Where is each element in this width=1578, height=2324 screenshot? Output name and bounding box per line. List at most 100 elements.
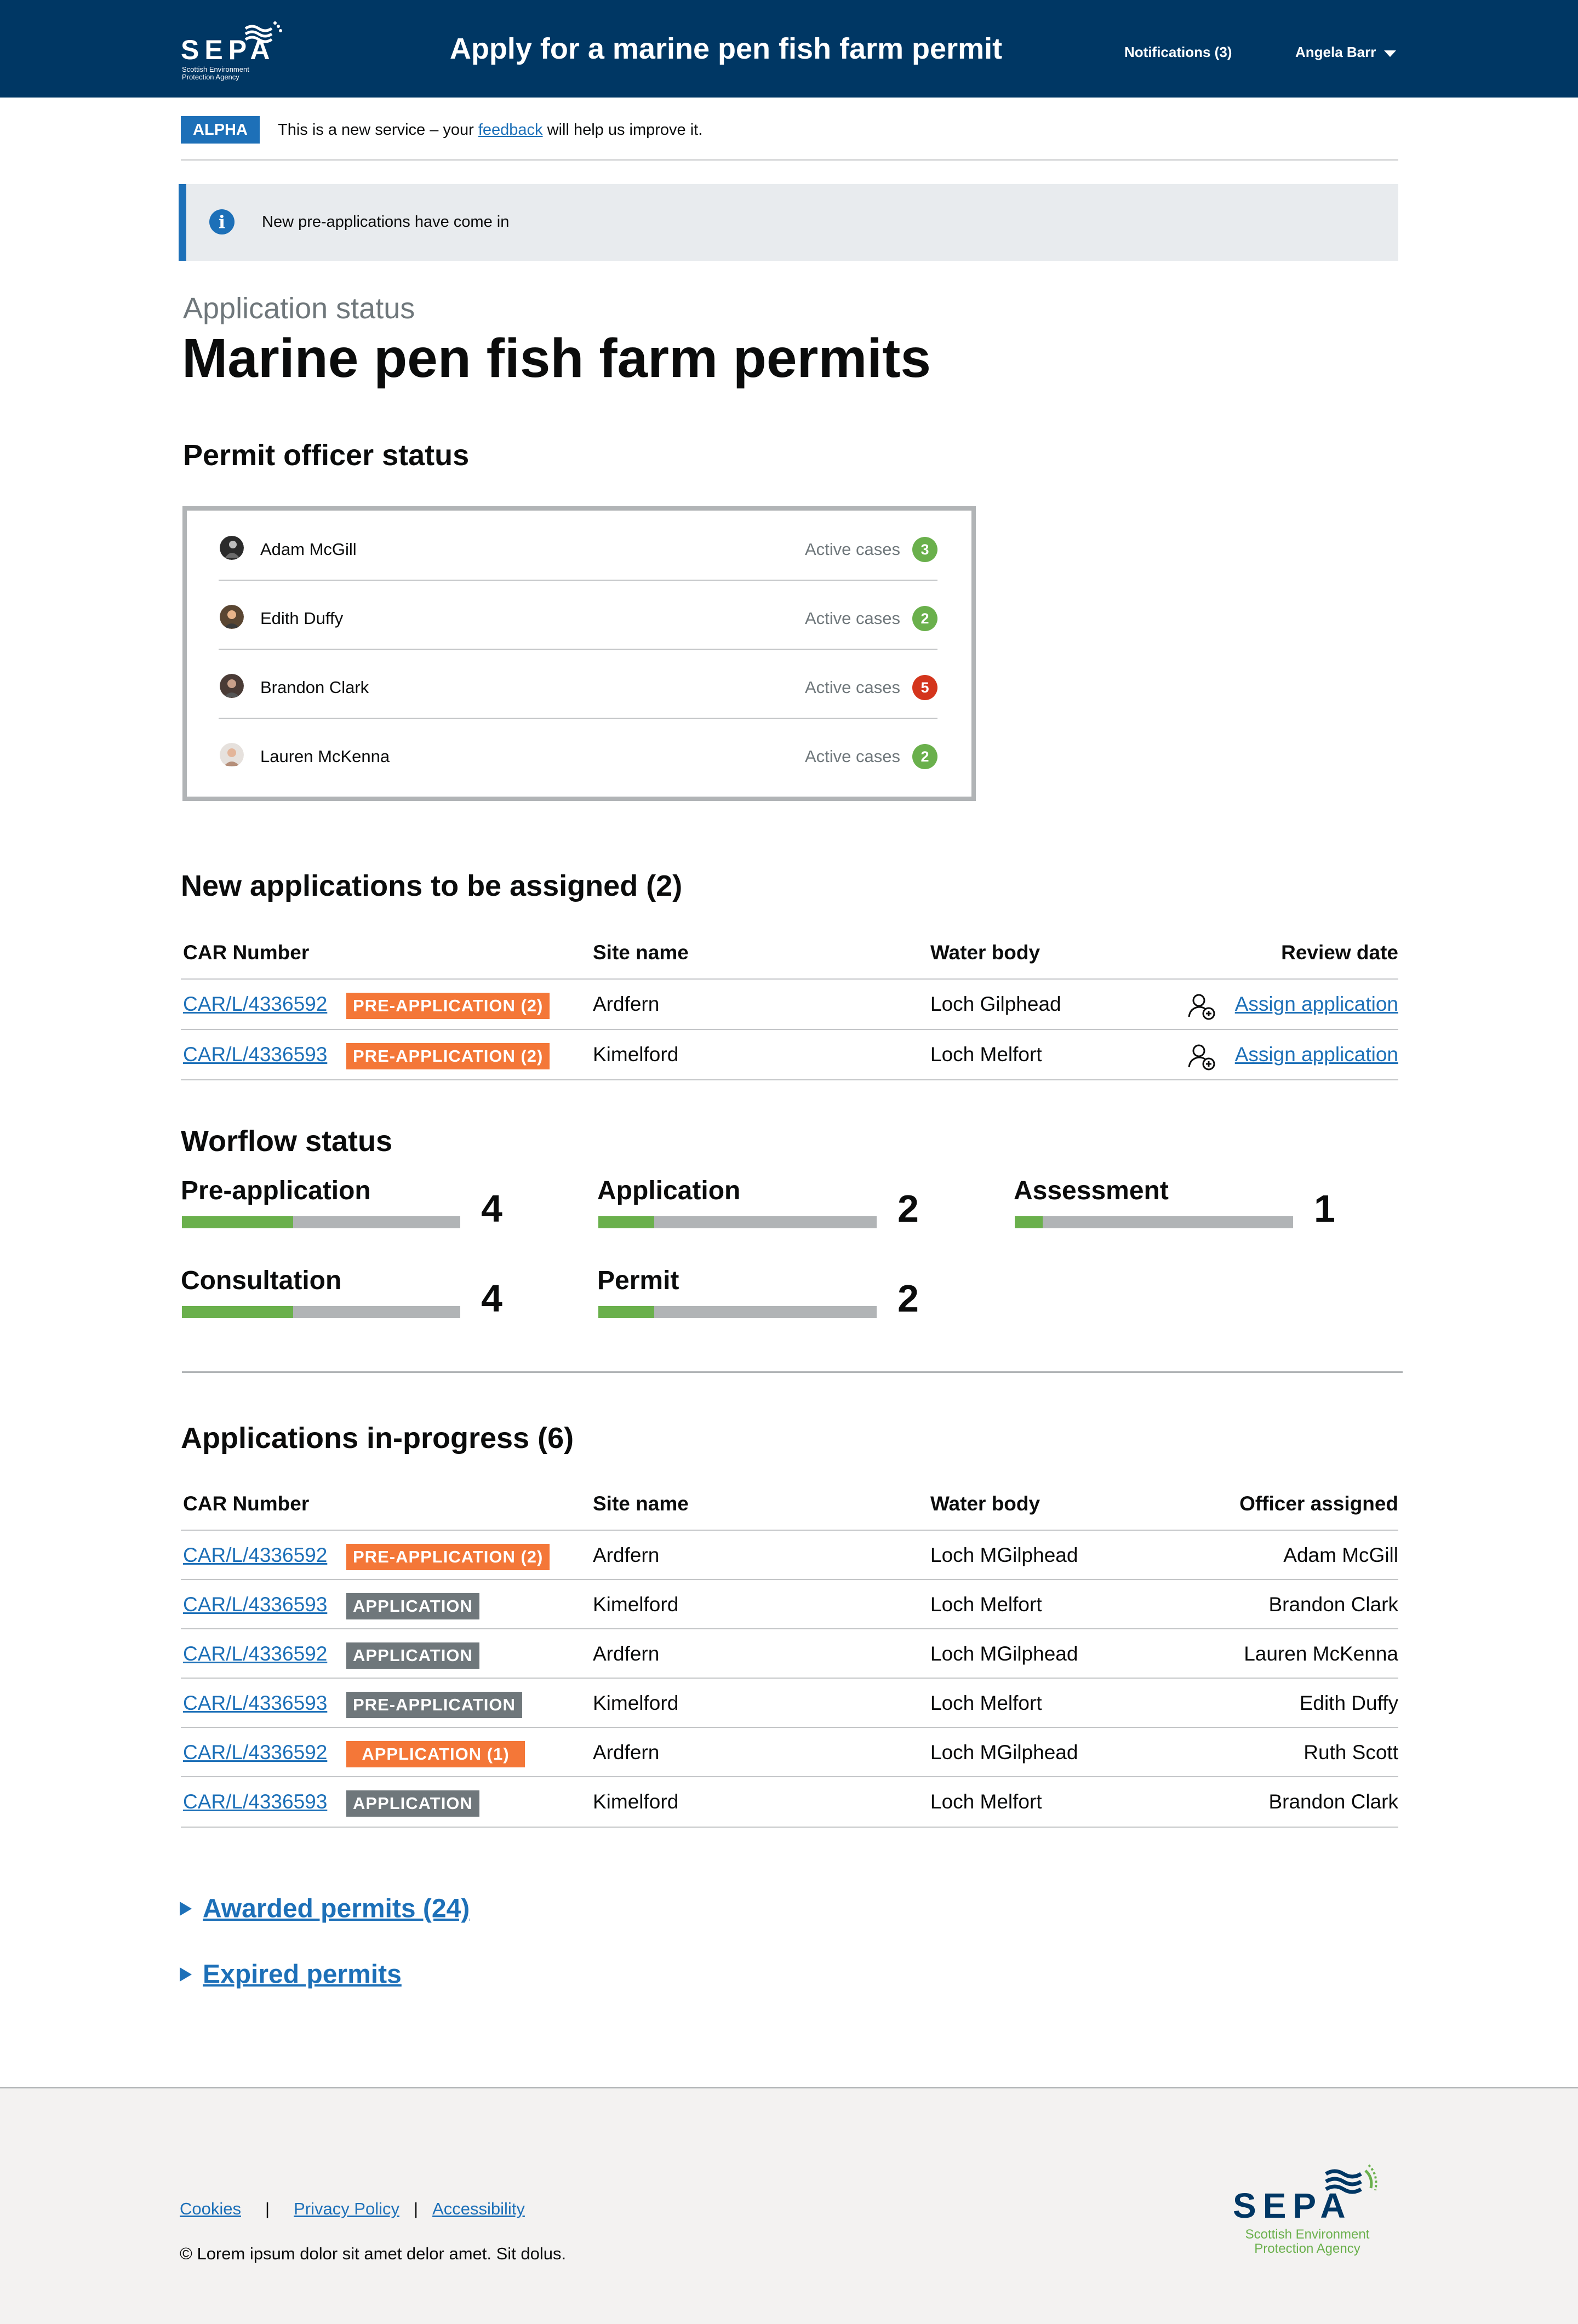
new-applications-heading: New applications to be assigned (2) (181, 869, 683, 902)
officer-name: Brandon Clark (260, 678, 369, 697)
column-header: Water body (930, 941, 1040, 964)
expired-permits-toggle[interactable]: Expired permits (180, 1957, 402, 1991)
car-number-link[interactable]: CAR/L/4336593 (183, 1790, 327, 1813)
sepa-logo[interactable]: SEPA Scottish Environment Protection Age… (181, 19, 285, 81)
officer-name: Edith Duffy (260, 609, 344, 628)
status-tag: APPLICATION (346, 1790, 479, 1817)
officer-row[interactable]: Brandon Clark Active cases 5 (219, 649, 937, 719)
progress-bar (182, 1216, 460, 1228)
user-menu[interactable]: Angela Barr (1295, 44, 1376, 61)
column-header: Water body (930, 1492, 1040, 1515)
accessibility-link[interactable]: Accessibility (432, 2199, 525, 2218)
footer-sepa-logo: SEPA Scottish Environment Protection Age… (1233, 2160, 1403, 2258)
table-row: CAR/L/4336592 APPLICATION (1) Ardfern Lo… (181, 1727, 1398, 1777)
status-tag: PRE-APPLICATION (346, 1692, 522, 1718)
progress-fill (182, 1306, 294, 1318)
water-body: Loch Gilphead (930, 993, 1061, 1015)
awarded-permits-label: Awarded permits (24) (203, 1894, 470, 1924)
site-name: Kimelford (593, 1692, 679, 1714)
status-tag: PRE-APPLICATION (2) (346, 993, 550, 1019)
logo-text: SEPA (181, 35, 276, 65)
column-header: Site name (593, 1492, 689, 1515)
divider (182, 1371, 1403, 1373)
phase-text-before: This is a new service – your (278, 121, 478, 139)
copyright: © Lorem ipsum dolor sit amet delor amet.… (180, 2244, 567, 2263)
workflow-count: 4 (481, 1187, 502, 1230)
officer-assigned: Ruth Scott (1303, 1741, 1398, 1764)
active-cases-badge: 5 (912, 675, 937, 700)
officer-assigned: Edith Duffy (1299, 1692, 1398, 1714)
assign-application-link[interactable]: Assign application (1235, 1041, 1398, 1068)
phase-tag: ALPHA (181, 116, 260, 144)
workflow-count: 1 (1314, 1187, 1335, 1230)
car-number-link[interactable]: CAR/L/4336592 (183, 1741, 327, 1764)
status-tag: APPLICATION (346, 1642, 479, 1669)
car-number-link[interactable]: CAR/L/4336593 (183, 1593, 327, 1616)
workflow-item: Assessment 1 (1014, 1176, 1397, 1236)
status-tag: APPLICATION (346, 1593, 479, 1619)
caret-down-icon[interactable] (1384, 50, 1396, 57)
status-tag: PRE-APPLICATION (2) (346, 1043, 550, 1069)
page-title: Marine pen fish farm permits (182, 328, 931, 389)
feedback-link[interactable]: feedback (478, 121, 543, 139)
progress-fill (182, 1216, 294, 1228)
footer-logo-text: SEPA (1233, 2186, 1352, 2225)
officer-row[interactable]: Lauren McKenna Active cases 2 (219, 718, 937, 787)
car-number-link[interactable]: CAR/L/4336593 (183, 1692, 327, 1714)
footer-logo-subtitle: Scottish Environment Protection Agency (1245, 2227, 1370, 2256)
site-header: SEPA Scottish Environment Protection Age… (0, 0, 1578, 98)
site-footer: Cookies | Privacy Policy | Accessibility © L… (0, 2087, 1578, 2324)
notifications-link[interactable]: Notifications (3) (1124, 44, 1232, 61)
service-title[interactable]: Apply for a marine pen fish farm permit (438, 30, 1014, 68)
car-number-link[interactable]: CAR/L/4336592 (183, 1544, 327, 1566)
progress-bar (598, 1306, 877, 1318)
workflow-item: Application 2 (597, 1176, 981, 1236)
officer-assigned: Brandon Clark (1268, 1790, 1398, 1813)
page-caption: Application status (183, 292, 415, 325)
progress-bar (598, 1216, 877, 1228)
officer-assigned: Adam McGill (1283, 1544, 1398, 1566)
assign-application-link[interactable]: Assign application (1235, 991, 1398, 1018)
officer-row[interactable]: Adam McGill Active cases 3 (219, 511, 937, 581)
car-number-link[interactable]: CAR/L/4336592 (183, 1642, 327, 1665)
water-body: Loch Melfort (930, 1790, 1042, 1813)
officer-row[interactable]: Edith Duffy Active cases 2 (219, 580, 937, 650)
active-cases-label: Active cases (804, 540, 900, 559)
progress-fill (598, 1216, 654, 1228)
cookies-link[interactable]: Cookies (180, 2199, 241, 2218)
site-name: Ardfern (593, 1642, 660, 1665)
officer-name: Lauren McKenna (260, 747, 390, 766)
table-row: CAR/L/4336592 PRE-APPLICATION (2) Ardfer… (181, 978, 1398, 1029)
active-cases-badge: 2 (912, 606, 937, 631)
phase-banner-text: This is a new service – your feedback wi… (278, 119, 702, 140)
table-row: CAR/L/4336593 PRE-APPLICATION (2) Kimelf… (181, 1029, 1398, 1080)
status-tag: PRE-APPLICATION (2) (346, 1544, 550, 1570)
active-cases-label: Active cases (804, 609, 900, 628)
officer-status-heading: Permit officer status (183, 439, 470, 472)
assign-user-icon[interactable] (1187, 1041, 1217, 1072)
car-number-link[interactable]: CAR/L/4336593 (183, 1043, 327, 1066)
avatar (220, 674, 244, 698)
notification-accent (179, 184, 186, 261)
officer-status-card: Adam McGill Active cases 3 Edith Duffy A… (182, 506, 976, 801)
workflow-item: Pre-application 4 (181, 1176, 564, 1236)
status-tag: APPLICATION (1) (346, 1741, 525, 1767)
progress-bar (1015, 1216, 1293, 1228)
workflow-heading: Worflow status (181, 1125, 393, 1158)
column-header: Review date (1281, 941, 1398, 964)
water-body: Loch Melfort (930, 1593, 1042, 1616)
avatar (220, 605, 244, 629)
assign-user-icon[interactable] (1187, 991, 1217, 1021)
water-body: Loch Melfort (930, 1692, 1042, 1714)
workflow-label: Consultation (181, 1266, 342, 1295)
column-header: CAR Number (183, 1492, 310, 1515)
car-number-link[interactable]: CAR/L/4336592 (183, 993, 327, 1015)
avatar (220, 743, 244, 767)
privacy-policy-link[interactable]: Privacy Policy (294, 2199, 399, 2218)
site-name: Kimelford (593, 1593, 679, 1616)
avatar (220, 536, 244, 560)
active-cases-label: Active cases (804, 678, 900, 697)
separator: | (265, 2199, 270, 2218)
awarded-permits-toggle[interactable]: Awarded permits (24) (180, 1891, 470, 1925)
footer-links: Cookies | Privacy Policy | Accessibility (180, 2198, 525, 2220)
